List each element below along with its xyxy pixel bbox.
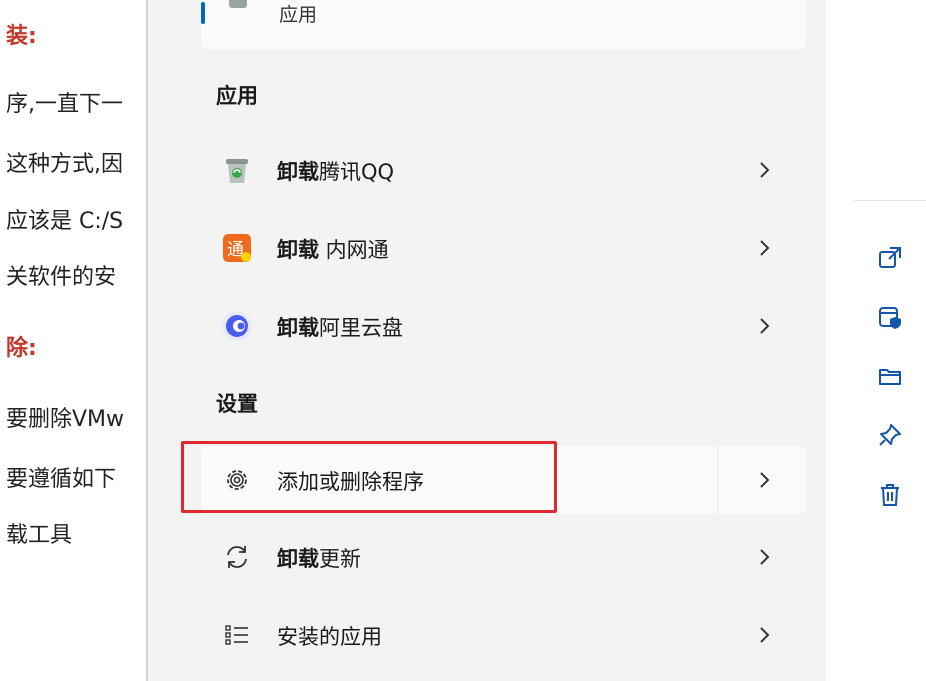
action-text: 卸载 [277, 316, 319, 340]
doc-line: 这种方式,因 [6, 152, 123, 177]
list-icon [225, 625, 248, 645]
split-divider [717, 446, 719, 514]
doc-line: 要删除VMw [6, 407, 125, 432]
item-label: 卸载腾讯QQ [277, 156, 394, 186]
uninstall-updates-item[interactable]: 卸载更新 [201, 525, 806, 589]
app-name: 腾讯QQ [319, 160, 395, 184]
annotation-highlight-box [181, 441, 557, 513]
doc-heading: 除: [6, 336, 37, 361]
doc-heading: 装: [6, 24, 37, 49]
setting-name: 安装的应用 [277, 625, 382, 649]
run-as-admin-icon[interactable] [876, 304, 904, 332]
refresh-icon [227, 546, 247, 568]
top-result-card[interactable]: 应用 [201, 0, 806, 49]
installed-apps-item[interactable]: 安装的应用 [201, 603, 806, 667]
details-divider [854, 200, 926, 201]
doc-line: 载工具 [6, 523, 73, 548]
recycle-bin-icon [229, 0, 247, 8]
chevron-right-icon [760, 162, 770, 178]
chevron-right-icon [760, 627, 770, 643]
delete-icon[interactable] [876, 481, 904, 509]
item-label: 卸载 内网通 [277, 234, 389, 264]
item-label: 安装的应用 [277, 621, 382, 651]
doc-line: 要遵循如下 [6, 467, 117, 492]
section-apps-heading: 应用 [216, 84, 258, 108]
action-text: 卸载 [277, 238, 319, 262]
neiwangtong-icon: 通 [223, 234, 251, 262]
app-name: 阿里云盘 [319, 316, 403, 340]
top-result-label: 应用 [279, 4, 318, 26]
doc-line: 关软件的安 [6, 265, 117, 290]
pin-icon[interactable] [876, 421, 904, 449]
doc-line: 应该是 C:/S [6, 209, 124, 234]
action-text: 卸载 [277, 547, 319, 571]
details-pane [826, 0, 926, 681]
uninstall-qq-item[interactable]: 卸载腾讯QQ [201, 138, 806, 202]
background-document: 装: 序,一直下一 这种方式,因 应该是 C:/S 关软件的安 除: 要删除VM… [0, 0, 148, 681]
section-settings-heading: 设置 [216, 392, 258, 416]
item-label: 卸载阿里云盘 [277, 312, 403, 342]
open-folder-icon[interactable] [876, 362, 904, 390]
doc-line: 序,一直下一 [6, 92, 123, 117]
selection-indicator [201, 2, 205, 24]
uninstall-aliyun-item[interactable]: 卸载阿里云盘 [201, 294, 806, 358]
aliyun-drive-icon [222, 311, 252, 341]
setting-name: 更新 [319, 547, 361, 571]
chevron-right-icon [760, 318, 770, 334]
chevron-right-icon[interactable] [758, 470, 772, 490]
chevron-right-icon [760, 549, 770, 565]
action-text: 卸载 [277, 160, 319, 184]
open-external-icon[interactable] [876, 244, 904, 272]
item-label: 卸载更新 [277, 543, 361, 573]
search-results-panel: 应用 应用 卸载腾讯QQ 通 卸载 内网通 卸载阿里云盘 设置 添加或删除程序 … [148, 0, 826, 681]
uninstall-neiwangtong-item[interactable]: 通 卸载 内网通 [201, 216, 806, 280]
app-name: 内网通 [319, 238, 389, 262]
chevron-right-icon [760, 240, 770, 256]
recycle-bin-icon [226, 159, 248, 183]
